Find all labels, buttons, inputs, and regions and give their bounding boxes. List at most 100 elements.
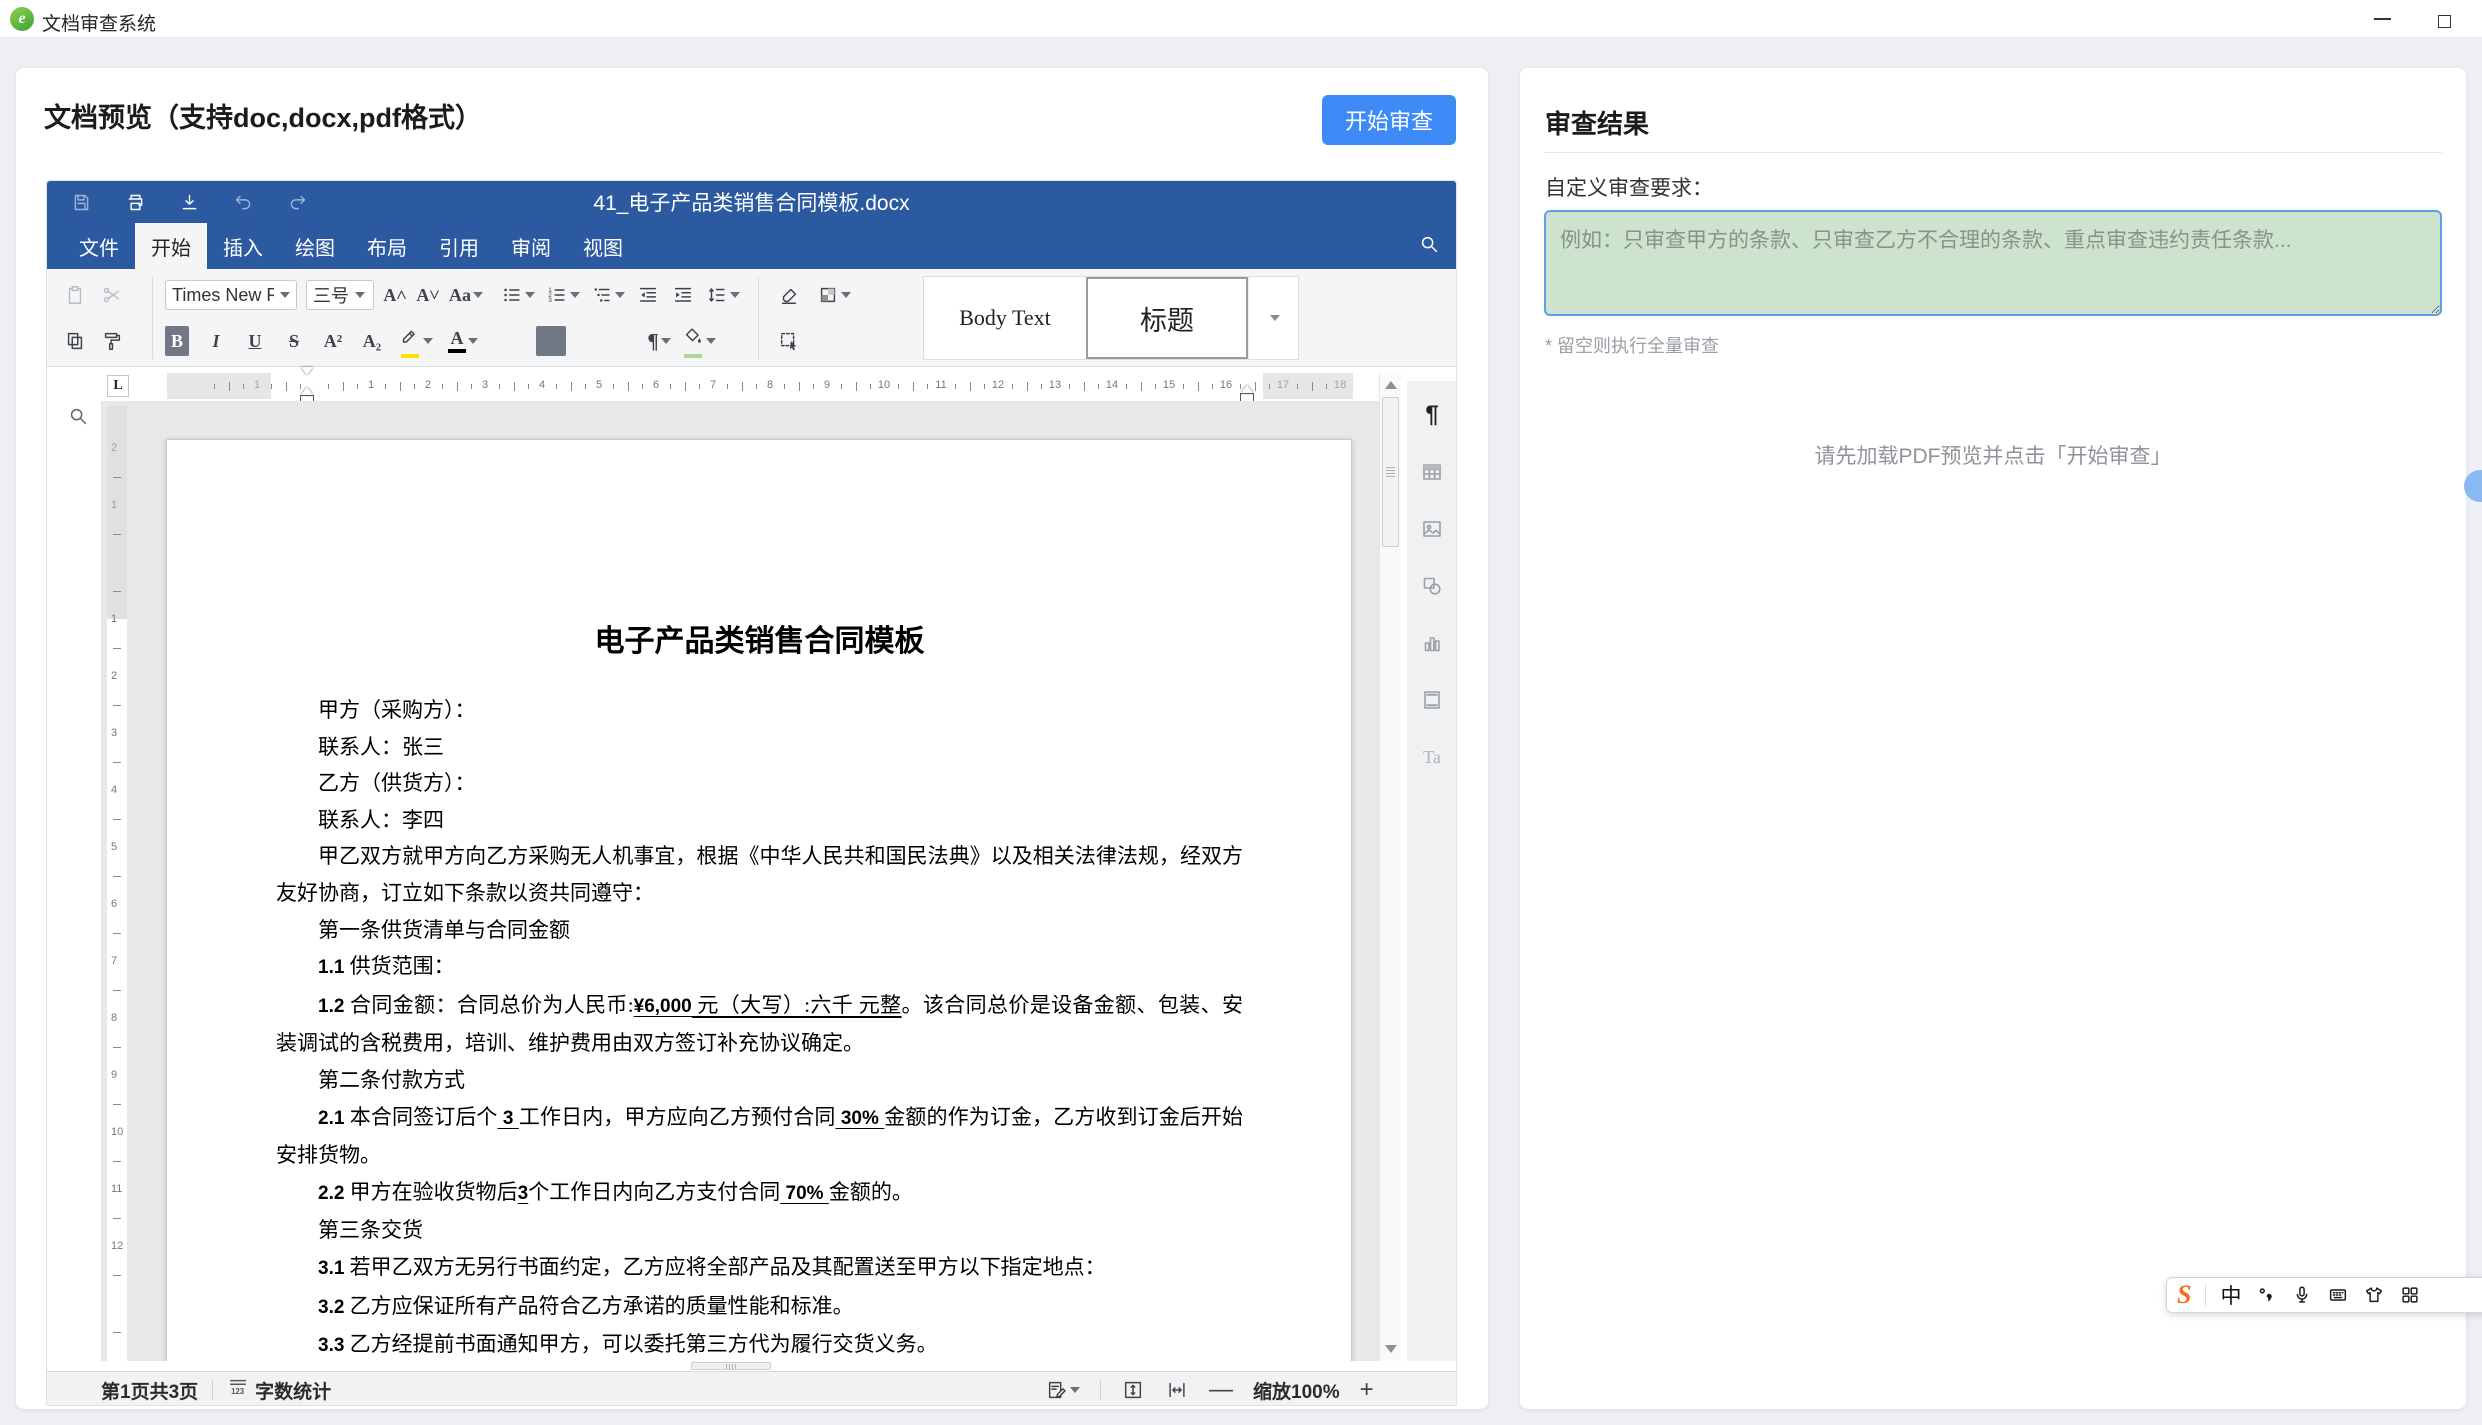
doc-paragraph: 联系人：李四 xyxy=(276,802,1243,839)
menu-tab[interactable]: 布局 xyxy=(351,223,423,269)
pilcrow-icon[interactable]: ¶ xyxy=(1420,403,1444,427)
scroll-up-icon[interactable] xyxy=(1385,381,1397,389)
paste-special-button[interactable] xyxy=(63,326,87,356)
ime-skin-icon[interactable] xyxy=(2363,1284,2385,1306)
doc-paragraph: 1.1 供货范围： xyxy=(276,948,1243,987)
save-icon[interactable] xyxy=(71,192,92,213)
redo-icon[interactable] xyxy=(287,192,308,213)
menu-tab[interactable]: 插入 xyxy=(207,223,279,269)
zoom-out-button[interactable]: — xyxy=(1209,1378,1233,1402)
ime-logo-icon[interactable]: S xyxy=(2177,1280,2191,1310)
text-effects-icon[interactable]: Ta xyxy=(1420,745,1444,769)
select-button[interactable] xyxy=(777,326,801,356)
menu-tab[interactable]: 引用 xyxy=(423,223,495,269)
scrollbar-thumb[interactable] xyxy=(1382,397,1399,547)
document-canvas[interactable]: 21123456789101112 电子产品类销售合同模板甲方（采购方）：联系人… xyxy=(101,401,1379,1361)
style-body-text[interactable]: Body Text xyxy=(924,277,1086,359)
ime-keyboard-icon[interactable] xyxy=(2327,1284,2349,1306)
header-footer-icon[interactable] xyxy=(1420,688,1444,712)
align-center-button[interactable] xyxy=(536,326,566,356)
fit-width-button[interactable] xyxy=(1165,1375,1189,1405)
shading-fill-button[interactable] xyxy=(682,326,716,356)
align-right-button[interactable] xyxy=(577,326,601,356)
border-shading-button[interactable] xyxy=(817,280,851,310)
paste-button[interactable] xyxy=(63,280,87,310)
fit-page-button[interactable] xyxy=(1121,1375,1145,1405)
style-heading[interactable]: 标题 xyxy=(1086,277,1248,359)
table-icon[interactable] xyxy=(1420,460,1444,484)
menu-tab[interactable]: 开始 xyxy=(135,223,207,269)
change-case-button[interactable]: Aa xyxy=(449,280,483,310)
search-icon[interactable] xyxy=(1418,233,1440,260)
clear-format-button[interactable] xyxy=(777,280,801,310)
ime-menu-icon[interactable] xyxy=(2399,1284,2421,1306)
underline-button[interactable]: U xyxy=(243,326,267,356)
shapes-icon[interactable] xyxy=(1420,574,1444,598)
menu-tab[interactable]: 视图 xyxy=(567,223,639,269)
chart-icon[interactable] xyxy=(1420,631,1444,655)
ime-language-toggle[interactable]: 中 xyxy=(2220,1280,2241,1310)
line-spacing-button[interactable] xyxy=(706,280,740,310)
font-name-select[interactable]: Times New R xyxy=(165,280,297,310)
menu-tab[interactable]: 审阅 xyxy=(495,223,567,269)
ime-punctuation-icon[interactable] xyxy=(2255,1284,2277,1306)
menu-tab[interactable]: 绘图 xyxy=(279,223,351,269)
chevron-down-icon xyxy=(423,338,433,344)
right-indent-marker[interactable] xyxy=(1241,385,1254,399)
style-gallery-more-button[interactable] xyxy=(1248,277,1298,359)
menu-tab[interactable]: 文件 xyxy=(63,223,135,269)
horizontal-scrollbar-thumb[interactable] xyxy=(691,1362,771,1370)
image-icon[interactable] xyxy=(1420,517,1444,541)
start-review-button[interactable]: 开始审查 xyxy=(1322,95,1456,145)
custom-review-input[interactable] xyxy=(1544,210,2442,316)
document-preview-panel: 文档预览（支持doc,docx,pdf格式） 开始审查 41_电子产品类销售合同… xyxy=(16,68,1488,1409)
cut-button[interactable] xyxy=(100,280,124,310)
format-painter-button[interactable] xyxy=(100,326,124,356)
scroll-down-icon[interactable] xyxy=(1385,1345,1397,1353)
ime-microphone-icon[interactable] xyxy=(2291,1284,2313,1306)
bold-button[interactable]: B xyxy=(165,326,189,356)
strikethrough-button[interactable]: S xyxy=(282,326,306,356)
highlight-color-bar xyxy=(401,354,419,358)
print-icon[interactable] xyxy=(125,192,146,213)
grow-font-button[interactable]: A˄ xyxy=(383,280,407,310)
superscript-button[interactable]: A² xyxy=(321,326,345,356)
justify-button[interactable] xyxy=(612,326,636,356)
vertical-scrollbar[interactable] xyxy=(1379,373,1401,1361)
indent-marker[interactable] xyxy=(301,367,314,405)
subscript-button[interactable]: A₂ xyxy=(360,326,384,356)
doc-paragraph: 3.2 乙方应保证所有产品符合乙方承诺的质量性能和标准。 xyxy=(276,1288,1243,1327)
side-tool-strip: ¶ Ta xyxy=(1407,381,1457,1361)
font-size-select[interactable]: 三号 xyxy=(306,280,374,310)
undo-icon[interactable] xyxy=(233,192,254,213)
review-empty-message: 请先加载PDF预览并点击「开始审查」 xyxy=(1520,440,2466,470)
shrink-font-button[interactable]: A˅ xyxy=(416,280,440,310)
restore-button[interactable] xyxy=(2424,0,2468,38)
navigation-pane-icon[interactable] xyxy=(67,461,89,488)
edit-mode-button[interactable] xyxy=(1046,1375,1080,1405)
word-count-button[interactable]: 123 字数统计 xyxy=(227,1376,331,1404)
review-panel-title: 审查结果 xyxy=(1545,104,1649,141)
zoom-level[interactable]: 缩放100% xyxy=(1253,1377,1340,1404)
download-icon[interactable] xyxy=(179,192,200,213)
italic-button[interactable]: I xyxy=(204,326,228,356)
multilevel-list-button[interactable] xyxy=(591,280,625,310)
document-page[interactable]: 电子产品类销售合同模板甲方（采购方）：联系人：张三乙方（供货方）：联系人：李四甲… xyxy=(166,439,1352,1361)
highlight-color-button[interactable] xyxy=(399,326,433,356)
zoom-in-button[interactable]: + xyxy=(1360,1378,1374,1402)
font-color-bar xyxy=(448,349,466,353)
word-count-icon: 123 xyxy=(227,1376,249,1404)
increase-indent-button[interactable] xyxy=(671,280,695,310)
show-marks-button[interactable]: ¶ xyxy=(647,326,671,356)
floating-widget-handle[interactable] xyxy=(2464,470,2482,502)
fill-bucket-icon xyxy=(682,325,704,352)
align-left-button[interactable] xyxy=(501,326,525,356)
bullet-list-button[interactable] xyxy=(501,280,535,310)
page-indicator[interactable]: 第1页共3页 xyxy=(101,1377,198,1404)
decrease-indent-button[interactable] xyxy=(636,280,660,310)
find-icon[interactable] xyxy=(67,405,89,432)
font-color-button[interactable]: A xyxy=(448,326,478,356)
numbered-list-button[interactable]: 123 xyxy=(546,280,580,310)
minimize-button[interactable] xyxy=(2360,0,2404,38)
tab-stop-selector[interactable]: L xyxy=(107,375,129,397)
